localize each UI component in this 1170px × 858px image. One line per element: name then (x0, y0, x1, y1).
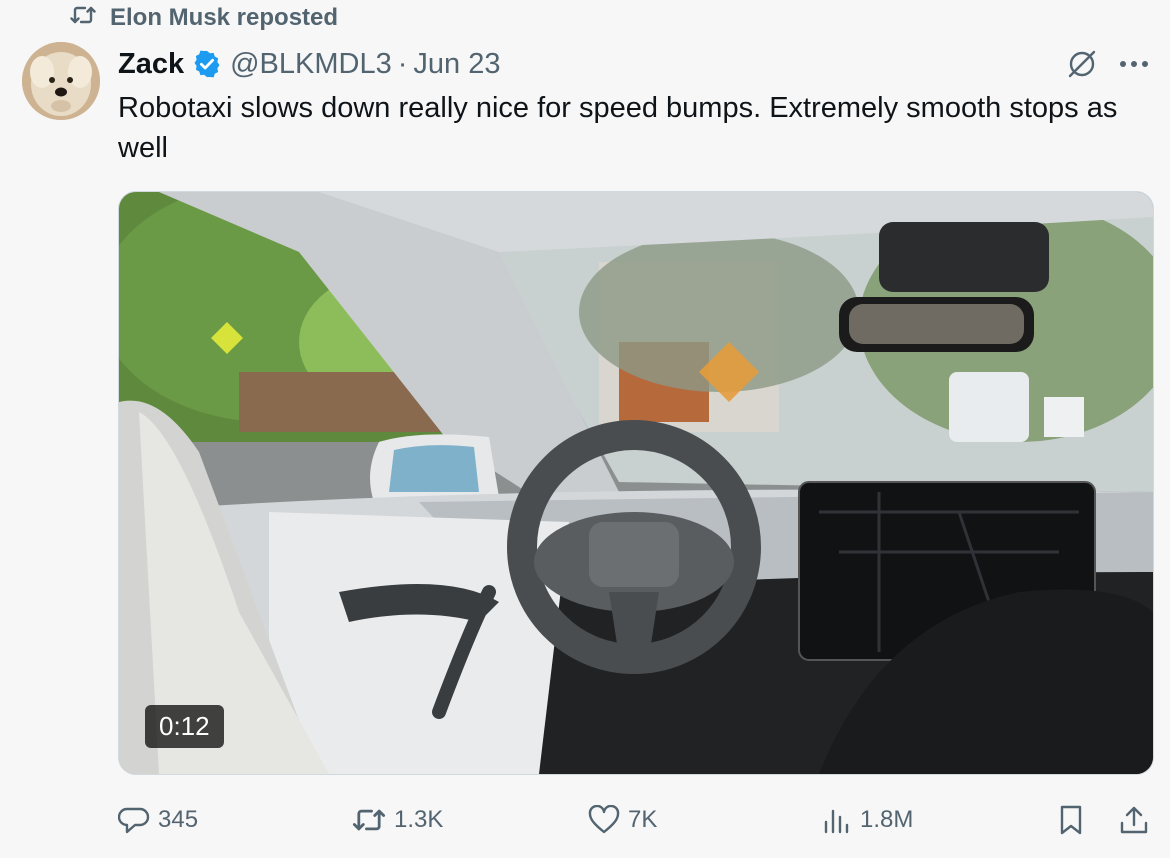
reply-button[interactable]: 345 (118, 800, 198, 840)
tweet-date[interactable]: Jun 23 (413, 48, 500, 81)
video-frame (119, 192, 1153, 774)
share-icon (1118, 803, 1150, 837)
views-chart-icon (822, 805, 852, 835)
repost-label: Elon Musk reposted (110, 4, 339, 31)
repost-context[interactable]: Elon Musk reposted (70, 4, 338, 32)
like-button[interactable]: 7K (588, 800, 657, 840)
reply-count: 345 (158, 806, 199, 833)
bookmark-button[interactable] (1056, 800, 1086, 840)
bookmark-icon (1056, 803, 1086, 837)
action-bar: 345 1.3K 7K 1.8M (118, 800, 1158, 840)
video-duration: 0:12 (145, 705, 224, 748)
more-icon[interactable] (1116, 48, 1152, 80)
like-count: 7K (628, 806, 658, 833)
tweet-text: Robotaxi slows down really nice for spee… (118, 92, 1118, 164)
repost-count: 1.3K (394, 806, 444, 833)
avatar[interactable] (22, 42, 100, 120)
views-button[interactable]: 1.8M (822, 800, 913, 840)
repost-button[interactable]: 1.3K (352, 800, 443, 840)
header-separator: · (397, 47, 408, 80)
repost-action-icon (352, 806, 386, 834)
view-count: 1.8M (860, 806, 914, 833)
repost-icon (70, 4, 96, 33)
author-name[interactable]: Zack (118, 48, 184, 81)
grok-icon[interactable] (1064, 46, 1100, 82)
tweet-video[interactable]: 0:12 (118, 191, 1154, 775)
heart-icon (588, 805, 620, 835)
share-button[interactable] (1118, 800, 1150, 840)
verified-badge-icon[interactable] (192, 49, 222, 79)
author-handle[interactable]: @BLKMDL3 (230, 48, 392, 81)
reply-icon (118, 804, 150, 836)
tweet-header: Zack @BLKMDL3 · Jun 23 (118, 44, 500, 84)
